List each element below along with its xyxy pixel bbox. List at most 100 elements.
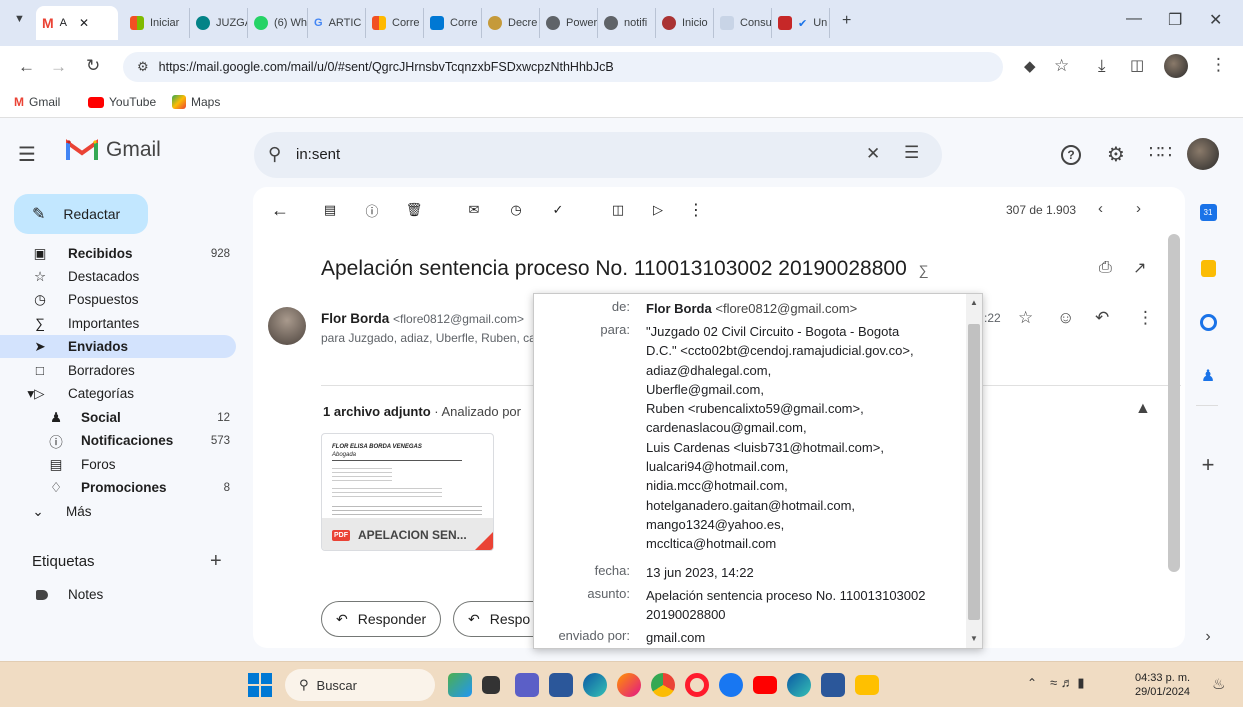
- edge-icon[interactable]: [583, 673, 607, 697]
- show-hidden-icons[interactable]: ⌃: [1027, 676, 1037, 690]
- file-explorer-icon[interactable]: [855, 675, 879, 695]
- main-menu-icon[interactable]: ☰: [18, 142, 36, 167]
- reload-icon[interactable]: ↻: [86, 56, 100, 76]
- taskbar-search[interactable]: ⚲ Buscar: [285, 669, 435, 701]
- nav-snoozed[interactable]: ◷ Pospuestos: [0, 288, 236, 311]
- sender-line[interactable]: Flor Borda <flore0812@gmail.com>: [321, 311, 524, 326]
- browser-menu-icon[interactable]: ⋮: [1210, 55, 1227, 75]
- mark-unread-icon[interactable]: ✉: [465, 201, 483, 219]
- network-volume-battery-icons[interactable]: ≈ ♬ ▮: [1050, 675, 1085, 691]
- apps-grid-icon[interactable]: ∷∷: [1149, 142, 1172, 163]
- popup-scrollbar[interactable]: ▲ ▼: [966, 294, 982, 648]
- archive-icon[interactable]: ▤: [321, 201, 339, 219]
- tab-inicio[interactable]: Inicio: [656, 8, 714, 38]
- important-marker-icon[interactable]: ∑: [919, 262, 929, 278]
- bookmark-maps[interactable]: Maps: [172, 95, 220, 109]
- facebook-icon[interactable]: [719, 673, 743, 697]
- nav-starred[interactable]: ☆ Destacados: [0, 265, 236, 288]
- tab-search-chevron-icon[interactable]: ▼: [14, 13, 25, 25]
- clear-search-icon[interactable]: ✕: [866, 144, 880, 164]
- nav-categories[interactable]: ▾▷ Categorías: [0, 382, 236, 405]
- edge-profile-icon[interactable]: [787, 673, 811, 697]
- nav-social[interactable]: ♟ Social 12: [0, 406, 236, 429]
- windows-start-icon[interactable]: [248, 673, 272, 697]
- sender-avatar[interactable]: [268, 307, 306, 345]
- widgets-app-icon[interactable]: [448, 673, 472, 697]
- recipients-summary[interactable]: para Juzgado, adiaz, Uberfle, Ruben, car: [321, 331, 540, 345]
- nav-forums[interactable]: ▤ Foros: [0, 453, 236, 476]
- scroll-up-icon[interactable]: ▲: [970, 298, 978, 307]
- tab-consulta[interactable]: Consu: [714, 8, 772, 38]
- delete-icon[interactable]: 🗑: [405, 201, 423, 219]
- tab-iniciar[interactable]: Iniciar: [124, 8, 190, 38]
- reply-icon[interactable]: ↶: [1095, 308, 1109, 328]
- profile-avatar[interactable]: [1164, 54, 1188, 78]
- tab-power[interactable]: Power: [540, 8, 598, 38]
- nav-important[interactable]: ∑ Importantes: [0, 312, 236, 335]
- attachment-card[interactable]: FLOR ELISA BORDA VENEGAS Abogada PDF APE…: [321, 433, 494, 551]
- bookmark-gmail[interactable]: M Gmail: [14, 95, 60, 109]
- bookmark-star-icon[interactable]: ☆: [1054, 56, 1069, 76]
- tab-gmail[interactable]: M A ✕: [36, 6, 118, 40]
- search-icon[interactable]: ⚲: [268, 144, 281, 165]
- contacts-icon[interactable]: ♟: [1197, 365, 1219, 387]
- label-icon[interactable]: ▷: [649, 201, 667, 219]
- reply-button[interactable]: ↶ Responder: [321, 601, 442, 637]
- open-new-window-icon[interactable]: ↗: [1133, 258, 1146, 278]
- task-view-icon[interactable]: [482, 676, 500, 694]
- sidepanel-icon[interactable]: ◫: [1130, 56, 1144, 74]
- tab-google[interactable]: G ARTIC: [308, 8, 366, 38]
- word-icon[interactable]: [821, 673, 845, 697]
- mail-search-bar[interactable]: ⚲ in:sent ✕ ☰: [254, 132, 942, 178]
- newer-icon[interactable]: ‹: [1098, 200, 1103, 217]
- get-addons-icon[interactable]: +: [1197, 452, 1219, 477]
- move-to-icon[interactable]: ◫: [609, 201, 627, 219]
- label-notes[interactable]: Notes: [0, 583, 236, 606]
- forward-icon[interactable]: →: [50, 57, 67, 77]
- tab-correo-2[interactable]: Corre: [424, 8, 482, 38]
- compose-button[interactable]: ✎ Redactar: [14, 194, 148, 234]
- print-icon[interactable]: ⎙: [1099, 259, 1112, 277]
- add-to-drive-icon[interactable]: ▲: [1135, 400, 1151, 418]
- youtube-app-icon[interactable]: [753, 676, 777, 694]
- store-icon[interactable]: [549, 673, 573, 697]
- nav-more[interactable]: ⌄ Más: [0, 500, 236, 523]
- calendar-icon[interactable]: 31: [1197, 201, 1219, 223]
- chrome-icon[interactable]: [651, 673, 675, 697]
- emoji-react-icon[interactable]: ☺: [1057, 308, 1074, 328]
- nav-sent[interactable]: ➤ Enviados: [0, 335, 236, 358]
- tab-close-icon[interactable]: ✕: [79, 16, 89, 30]
- star-email-icon[interactable]: ☆: [1018, 308, 1033, 328]
- add-label-icon[interactable]: +: [210, 550, 222, 573]
- gmail-logo[interactable]: Gmail: [66, 138, 161, 162]
- restore-icon[interactable]: ❐: [1168, 10, 1182, 30]
- site-info-icon[interactable]: ⚙: [137, 59, 149, 75]
- search-options-icon[interactable]: ☰: [904, 143, 919, 163]
- settings-gear-icon[interactable]: ⚙: [1107, 142, 1125, 167]
- tab-decreto[interactable]: Decre: [482, 8, 540, 38]
- older-icon[interactable]: ›: [1136, 200, 1141, 217]
- more-options-icon[interactable]: ⋮: [687, 201, 705, 219]
- back-to-list-icon[interactable]: ←: [271, 200, 289, 220]
- opera-icon[interactable]: [685, 673, 709, 697]
- show-side-panel-icon[interactable]: ›: [1197, 626, 1219, 648]
- extension-icon[interactable]: ◆: [1024, 57, 1036, 75]
- back-icon[interactable]: ←: [18, 57, 35, 77]
- keep-icon[interactable]: [1197, 257, 1219, 279]
- tab-pdf24[interactable]: ✔ Un: [772, 8, 830, 38]
- report-spam-icon[interactable]: ⓘ: [363, 201, 381, 219]
- nav-inbox[interactable]: ▣ Recibidos 928: [0, 242, 236, 265]
- download-icon[interactable]: ⤓: [1098, 56, 1106, 76]
- tasks-icon[interactable]: [1197, 311, 1219, 333]
- nav-promotions[interactable]: ♢ Promociones 8: [0, 476, 236, 499]
- notifications-bell-icon[interactable]: ♨: [1212, 675, 1225, 693]
- add-task-icon[interactable]: ✓: [549, 201, 567, 219]
- minimize-icon[interactable]: —: [1126, 10, 1142, 28]
- tab-correo-1[interactable]: Corre: [366, 8, 424, 38]
- tab-notificaciones[interactable]: notifi: [598, 8, 656, 38]
- snooze-icon[interactable]: ◷: [507, 201, 525, 219]
- scroll-thumb[interactable]: [968, 324, 980, 620]
- new-tab-button[interactable]: +: [842, 12, 851, 30]
- tab-juzga[interactable]: JUZGA: [190, 8, 248, 38]
- account-avatar[interactable]: [1187, 138, 1219, 170]
